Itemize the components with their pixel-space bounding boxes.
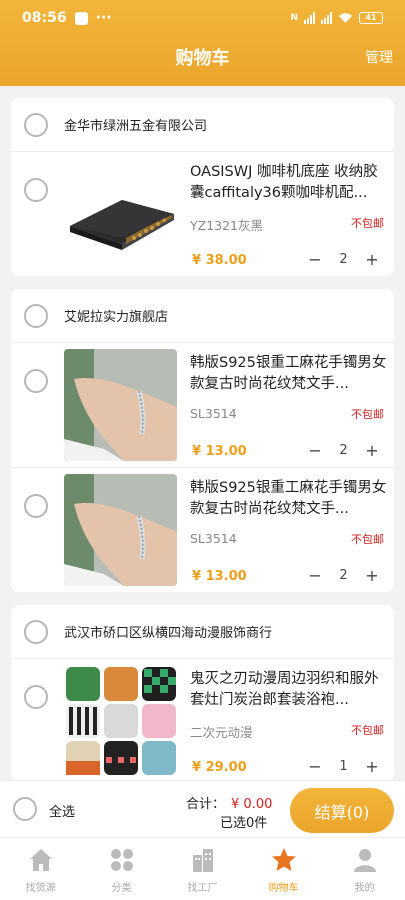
quantity-stepper: − 1 + — [303, 757, 384, 776]
tab-find-source[interactable]: 找货源 — [0, 838, 81, 900]
selected-count: 已选0件 — [220, 816, 268, 831]
nfc-icon: N — [290, 13, 298, 23]
increment-button[interactable]: + — [360, 566, 384, 585]
store-name: 武汉市硚口区纵横四海动漫服饰商行 — [64, 626, 273, 641]
tab-label: 购物车 — [268, 883, 299, 894]
page-title: 购物车 — [175, 48, 230, 69]
wifi-icon — [339, 13, 352, 23]
product-price: ¥ 13.00 — [192, 444, 247, 459]
store-checkbox[interactable] — [24, 112, 48, 137]
quantity-stepper: − 2 + — [303, 566, 384, 585]
product-price: ¥ 29.00 — [192, 760, 247, 775]
manage-button[interactable]: 管理 — [365, 47, 393, 67]
star-cart-icon — [271, 848, 296, 871]
shipping-badge: 不包邮 — [351, 408, 384, 421]
increment-button[interactable]: + — [360, 250, 384, 269]
item-checkbox[interactable] — [24, 178, 48, 202]
status-time: 08:56 — [22, 10, 67, 26]
product-price: ¥ 38.00 — [192, 253, 247, 268]
tab-find-factory[interactable]: 找工厂 — [162, 838, 243, 900]
total-line: 合计： ¥ 0.00 — [186, 793, 272, 812]
quantity-value[interactable]: 2 — [327, 568, 360, 583]
quantity-value[interactable]: 2 — [327, 252, 360, 267]
product-title[interactable]: OASISWJ 咖啡机底座 收纳胶囊caffitaly36颗咖啡机配... — [190, 162, 390, 204]
store-card: 武汉市硚口区纵横四海动漫服饰商行 鬼灭之刃动漫周边羽织和服外套灶门炭治郎套装浴袍… — [11, 605, 394, 781]
tab-category[interactable]: 分类 — [81, 838, 162, 900]
shipping-badge: 不包邮 — [351, 533, 384, 546]
store-checkbox[interactable] — [24, 303, 48, 328]
status-more: ··· — [95, 10, 112, 26]
store-card: 金华市绿洲五金有限公司 OASISWJ 咖啡机底座 收纳胶囊caffitaly3… — [11, 98, 394, 276]
status-bar: 08:56 ··· N 41 — [0, 0, 405, 36]
tab-label: 找工厂 — [187, 883, 218, 894]
decrement-button[interactable]: − — [303, 250, 327, 269]
product-spec: YZ1321灰黑 — [190, 218, 264, 233]
signal-icon-1 — [304, 12, 315, 24]
product-spec: SL3514 — [190, 406, 237, 421]
select-all-label[interactable]: 全选 — [49, 801, 75, 820]
product-image-bracelet[interactable] — [64, 349, 177, 461]
tab-label: 分类 — [111, 883, 132, 894]
quantity-stepper: − 2 + — [303, 441, 384, 460]
product-price: ¥ 13.00 — [192, 569, 247, 584]
product-spec: 二次元动漫 — [190, 725, 253, 740]
product-title[interactable]: 韩版S925银重工麻花手镯男女款复古时尚花纹梵文手... — [190, 353, 390, 395]
qq-notification-icon — [74, 11, 88, 25]
store-name: 艾妮拉实力旗舰店 — [64, 310, 169, 325]
quantity-stepper: − 2 + — [303, 250, 384, 269]
store-header: 武汉市硚口区纵横四海动漫服饰商行 — [11, 605, 394, 659]
cart-item: 韩版S925银重工麻花手镯男女款复古时尚花纹梵文手... SL3514 不包邮 … — [11, 343, 394, 467]
total-amount: ¥ 0.00 — [231, 797, 273, 812]
product-image-coffee-drawer[interactable] — [64, 158, 177, 270]
tab-cart[interactable]: 购物车 — [243, 838, 324, 900]
store-name: 金华市绿洲五金有限公司 — [64, 119, 208, 134]
app-header: 08:56 ··· N 41 购物车 管理 — [0, 0, 405, 86]
decrement-button[interactable]: − — [303, 566, 327, 585]
tab-label: 我的 — [354, 883, 375, 894]
item-checkbox[interactable] — [24, 369, 48, 393]
quantity-value[interactable]: 2 — [327, 443, 360, 458]
select-all-checkbox[interactable] — [13, 797, 37, 821]
category-icon — [110, 849, 133, 871]
checkout-bar: 全选 合计： ¥ 0.00 已选0件 结算(0) — [0, 780, 405, 837]
item-checkbox[interactable] — [24, 494, 48, 518]
product-title[interactable]: 鬼灭之刃动漫周边羽织和服外套灶门炭治郎套装浴袍... — [190, 669, 390, 711]
checkout-button[interactable]: 结算(0) — [290, 788, 394, 833]
decrement-button[interactable]: − — [303, 757, 327, 776]
item-checkbox[interactable] — [24, 685, 48, 709]
cart-item: 韩版S925银重工麻花手镯男女款复古时尚花纹梵文手... SL3514 不包邮 … — [11, 467, 394, 591]
factory-icon — [192, 849, 213, 872]
store-checkbox[interactable] — [24, 619, 48, 644]
increment-button[interactable]: + — [360, 441, 384, 460]
quantity-value[interactable]: 1 — [327, 759, 360, 774]
cart-item: OASISWJ 咖啡机底座 收纳胶囊caffitaly36颗咖啡机配... YZ… — [11, 152, 394, 276]
user-icon — [353, 849, 376, 872]
total-label: 合计： — [186, 797, 226, 812]
product-image-anime-haori[interactable] — [64, 665, 177, 777]
battery-icon: 41 — [359, 12, 383, 24]
product-title[interactable]: 韩版S925银重工麻花手镯男女款复古时尚花纹梵文手... — [190, 478, 390, 520]
product-spec: SL3514 — [190, 531, 237, 546]
increment-button[interactable]: + — [360, 757, 384, 776]
product-image-bracelet[interactable] — [64, 474, 177, 586]
tab-mine[interactable]: 我的 — [324, 838, 405, 900]
shipping-badge: 不包邮 — [351, 724, 384, 737]
store-card: 艾妮拉实力旗舰店 韩版S925银重工麻花手镯男女款复古时尚花纹梵文手... SL… — [11, 289, 394, 592]
decrement-button[interactable]: − — [303, 441, 327, 460]
cart-item: 鬼灭之刃动漫周边羽织和服外套灶门炭治郎套装浴袍... 二次元动漫 不包邮 ¥ 2… — [11, 659, 394, 781]
signal-icon-2 — [321, 12, 332, 24]
store-header: 金华市绿洲五金有限公司 — [11, 98, 394, 152]
home-icon — [29, 849, 52, 871]
store-header: 艾妮拉实力旗舰店 — [11, 289, 394, 343]
shipping-badge: 不包邮 — [351, 217, 384, 230]
bottom-tab-bar: 找货源 分类 找工厂 购物车 我的 — [0, 837, 405, 900]
tab-label: 找货源 — [25, 883, 56, 894]
